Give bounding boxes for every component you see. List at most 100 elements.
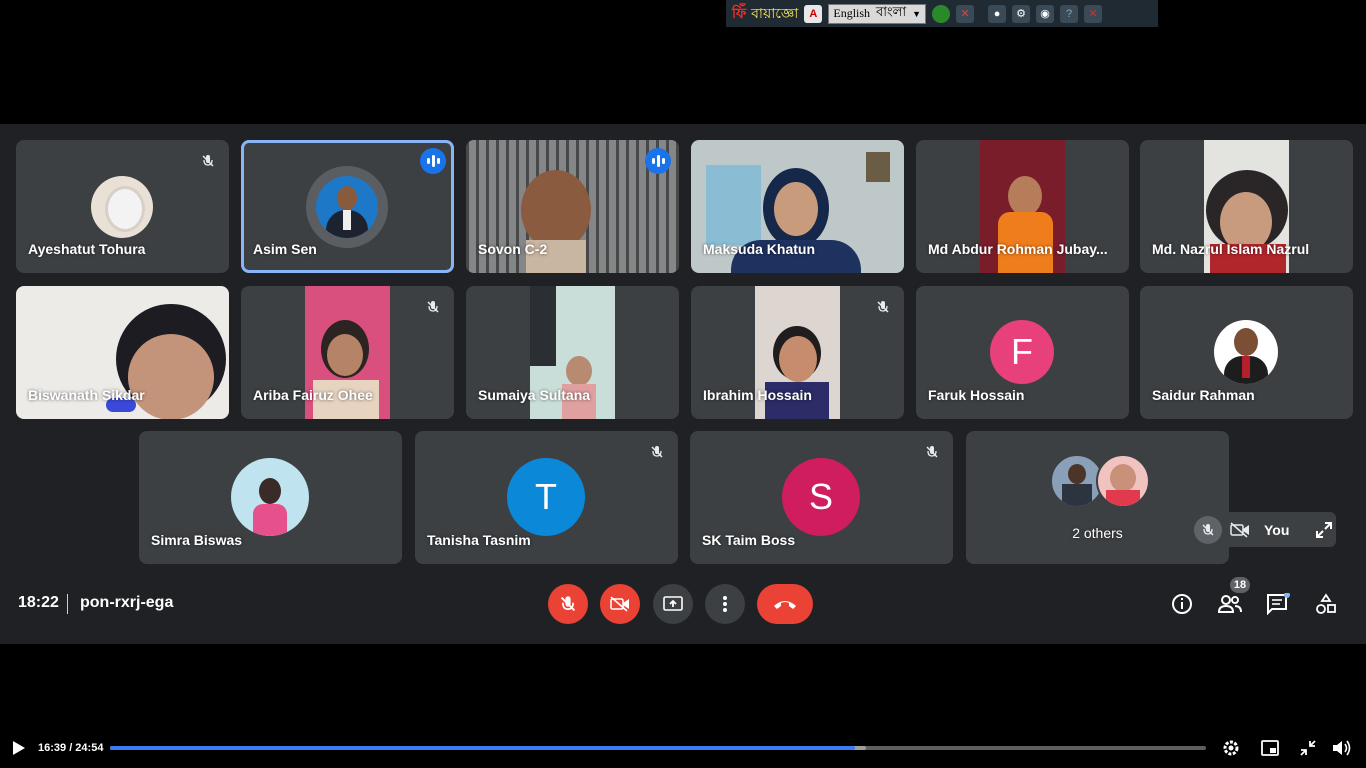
- present-icon: [663, 596, 683, 611]
- divider: [67, 594, 68, 614]
- participant-name: Tanisha Tasnim: [427, 532, 531, 548]
- others-tile[interactable]: 2 others: [966, 431, 1229, 564]
- participant-name: Ariba Fairuz Ohee: [253, 387, 373, 403]
- participant-tile-active[interactable]: Asim Sen: [241, 140, 454, 273]
- mic-off-icon: [199, 152, 217, 170]
- participant-tile[interactable]: Ayeshatut Tohura: [16, 140, 229, 273]
- play-button[interactable]: [12, 740, 26, 756]
- participant-tile[interactable]: Biswanath Sikdar: [16, 286, 229, 419]
- participant-name: Maksuda Khatun: [703, 241, 816, 257]
- close-icon[interactable]: ✕: [1084, 4, 1103, 23]
- avatar: [306, 166, 388, 248]
- self-label: You: [1264, 521, 1290, 538]
- participant-tile[interactable]: Ariba Fairuz Ohee: [241, 286, 454, 419]
- gear-icon: [1223, 740, 1239, 756]
- play-icon: [13, 741, 25, 755]
- fullscreen-exit-icon: [1300, 740, 1316, 756]
- participants-button[interactable]: [1217, 591, 1243, 617]
- mic-off-icon: [424, 298, 442, 316]
- meeting-stage: Ayeshatut Tohura Asim Sen Sovon C-2 Maks…: [0, 124, 1366, 644]
- info-icon: [1172, 594, 1192, 614]
- activities-button[interactable]: [1313, 591, 1339, 617]
- progress-fill: [110, 746, 855, 750]
- participant-tile[interactable]: T Tanisha Tasnim: [415, 431, 678, 564]
- participant-tile[interactable]: Saidur Rahman: [1140, 286, 1353, 419]
- player-timestamp: 16:39 / 24:54: [38, 742, 104, 754]
- avatar-initial: T: [507, 458, 585, 536]
- participant-tile[interactable]: F Faruk Hossain: [916, 286, 1129, 419]
- keyboard-brand: ফিঁ বায়াজ্ঞো: [732, 2, 798, 26]
- avatar: [91, 176, 153, 238]
- mic-off-icon: [1194, 515, 1222, 544]
- participant-name: Md. Nazrul Islam Nazrul: [1152, 241, 1310, 257]
- participant-name: Asim Sen: [253, 241, 317, 257]
- participant-tile[interactable]: Sovon C-2: [466, 140, 679, 273]
- avatar: [1096, 454, 1150, 508]
- self-view-pill[interactable]: You: [1190, 512, 1336, 547]
- people-icon: [1217, 595, 1242, 613]
- avatar-initial: F: [990, 320, 1054, 384]
- participant-name: Biswanath Sikdar: [28, 387, 145, 403]
- present-screen-button[interactable]: [653, 584, 693, 624]
- more-options-button[interactable]: [705, 584, 745, 624]
- speaking-indicator-icon: [420, 148, 446, 174]
- participant-tile[interactable]: Simra Biswas: [139, 431, 402, 564]
- participant-tile[interactable]: Maksuda Khatun: [691, 140, 904, 273]
- chat-icon: [1267, 593, 1290, 615]
- camera-toggle-button[interactable]: [600, 584, 640, 624]
- avatar: [1214, 320, 1278, 384]
- mic-toggle-button[interactable]: [548, 584, 588, 624]
- participant-tile[interactable]: Ibrahim Hossain: [691, 286, 904, 419]
- mini-player-button[interactable]: [1260, 738, 1280, 758]
- speaking-indicator-icon: [645, 148, 671, 174]
- keyboard-logo-icon[interactable]: A: [804, 4, 823, 23]
- participant-name: Faruk Hossain: [928, 387, 1025, 403]
- globe-tool-icon[interactable]: ◉: [1036, 4, 1055, 23]
- participant-name: Ibrahim Hossain: [703, 387, 812, 403]
- keyboard-off-icon[interactable]: ✕: [956, 4, 975, 23]
- lang-bangla: বাংলা: [876, 5, 907, 20]
- settings-icon[interactable]: ⚙: [1012, 4, 1031, 23]
- participant-tile[interactable]: Md. Nazrul Islam Nazrul: [1140, 140, 1353, 273]
- participant-tile[interactable]: S SK Taim Boss: [690, 431, 953, 564]
- progress-slider[interactable]: [110, 746, 1206, 750]
- meeting-clock: 18:22: [18, 594, 59, 611]
- chevron-down-icon: ▼: [912, 8, 922, 19]
- brand-yellow: বায়াজ্ঞো: [751, 5, 799, 22]
- lang-english: English: [833, 6, 871, 20]
- avatar: [231, 458, 309, 536]
- volume-button[interactable]: [1332, 738, 1352, 758]
- participant-name: Saidur Rahman: [1152, 387, 1255, 403]
- participant-name: Simra Biswas: [151, 532, 243, 548]
- meeting-details-button[interactable]: [1169, 591, 1195, 617]
- participant-name: SK Taim Boss: [702, 532, 796, 548]
- player-settings-button[interactable]: [1221, 738, 1241, 758]
- participant-name: Sovon C-2: [478, 241, 548, 257]
- mic-off-icon: [560, 596, 576, 612]
- pip-icon: [1261, 740, 1279, 756]
- meeting-code: pon-rxrj-ega: [80, 594, 174, 611]
- expand-icon[interactable]: [1315, 521, 1333, 539]
- mic-off-icon: [923, 443, 941, 461]
- mouse-icon[interactable]: ●: [988, 4, 1007, 23]
- participant-tile[interactable]: Md Abdur Rohman Jubay...: [916, 140, 1129, 273]
- participant-name: Ayeshatut Tohura: [28, 241, 146, 257]
- participant-count-badge: 18: [1230, 577, 1250, 593]
- chat-button[interactable]: [1265, 591, 1291, 617]
- hang-up-icon: [774, 601, 796, 609]
- leave-call-button[interactable]: [757, 584, 813, 624]
- keyboard-toolbar: ফিঁ বায়াজ্ঞো A English বাংলা ▼ ✕ ● ⚙ ◉ …: [726, 0, 1158, 27]
- mic-off-icon: [648, 443, 666, 461]
- participant-name: Sumaiya Sultana: [478, 387, 591, 403]
- more-vert-icon: [723, 596, 727, 612]
- participant-name: Md Abdur Rohman Jubay...: [928, 241, 1108, 257]
- exit-fullscreen-button[interactable]: [1298, 738, 1318, 758]
- camera-off-icon: [1230, 520, 1252, 540]
- avatar-initial: S: [782, 458, 860, 536]
- volume-icon: [1333, 740, 1351, 756]
- help-icon[interactable]: ?: [1060, 4, 1079, 23]
- globe-icon[interactable]: [932, 4, 951, 23]
- participant-tile[interactable]: Sumaiya Sultana: [466, 286, 679, 419]
- language-select[interactable]: English বাংলা ▼: [828, 3, 927, 24]
- mic-off-icon: [874, 298, 892, 316]
